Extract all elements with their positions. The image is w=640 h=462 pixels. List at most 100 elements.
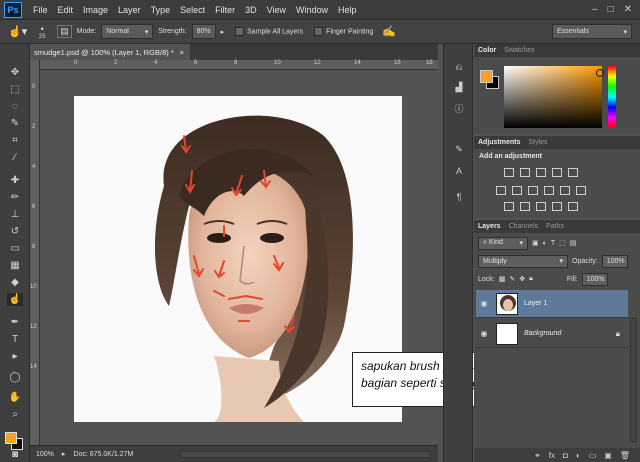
curves-icon[interactable] [536, 168, 546, 177]
zoom-level[interactable]: 100% [36, 451, 54, 458]
tab-adjustments[interactable]: Adjustments [478, 139, 520, 146]
history-panel-icon[interactable]: ⎌ [452, 62, 466, 74]
lock-position-icon[interactable]: ✥ [519, 275, 525, 283]
new-layer-icon[interactable]: ▣ [604, 451, 612, 460]
layers-scrollbar[interactable] [630, 318, 637, 442]
vibrance-icon[interactable] [568, 168, 578, 177]
eye-icon[interactable]: ◉ [476, 329, 492, 338]
channel-mixer-icon[interactable] [560, 186, 570, 195]
close-tab-button[interactable]: × [180, 48, 184, 57]
character-panel-icon[interactable]: A [452, 166, 466, 178]
history-brush-icon[interactable]: ↺ [7, 225, 23, 238]
minimize-button[interactable]: – [592, 4, 598, 15]
brush-panel-toggle-icon[interactable]: ▤ [57, 25, 72, 38]
brightness-contrast-icon[interactable] [504, 168, 514, 177]
menu-type[interactable]: Type [146, 5, 176, 15]
document-tab[interactable]: smudge1.psd @ 100% (Layer 1, RGB/8) * × [30, 44, 190, 60]
hand-tool-icon[interactable]: ✋ [7, 391, 23, 404]
eye-icon[interactable]: ◉ [476, 299, 492, 308]
type-filter-icon[interactable]: T [551, 240, 555, 247]
workspace-select[interactable]: Essentials ▾ [552, 24, 632, 39]
menu-help[interactable]: Help [333, 5, 362, 15]
paragraph-panel-icon[interactable]: ¶ [452, 192, 466, 204]
pressure-icon[interactable]: ✍ [382, 25, 396, 38]
clone-stamp-icon[interactable]: ⊥ [7, 208, 23, 221]
eraser-tool-icon[interactable]: ▭ [7, 242, 23, 255]
quick-mask-icon[interactable]: ◙ [7, 448, 23, 461]
posterize-icon[interactable] [520, 202, 530, 211]
horizontal-scrollbar[interactable] [180, 451, 430, 458]
levels-icon[interactable] [520, 168, 530, 177]
lock-all-icon[interactable]: 🔒︎ [529, 275, 533, 283]
pixel-filter-icon[interactable]: ▣ [532, 239, 539, 247]
hue-saturation-icon[interactable] [496, 186, 506, 195]
marquee-tool-icon[interactable]: ⬚ [7, 83, 23, 96]
layer-row-background[interactable]: ◉ Background 🔒︎ [476, 320, 628, 348]
lock-image-icon[interactable]: ✎ [509, 275, 515, 283]
tab-styles[interactable]: Styles [528, 139, 547, 146]
eyedropper-tool-icon[interactable]: ⁄ [7, 151, 23, 164]
color-picker-field[interactable] [504, 66, 604, 128]
tab-color[interactable]: Color [478, 47, 496, 54]
quick-select-tool-icon[interactable]: ✎ [7, 117, 23, 130]
panel-foreground-swatch[interactable] [480, 70, 493, 83]
mode-select[interactable]: Normal ▾ [101, 24, 154, 39]
smudge-tool-preset-icon[interactable]: ☝▾ [8, 25, 27, 38]
layer-style-icon[interactable]: fx [549, 451, 555, 460]
strength-dropdown-icon[interactable]: ▸ [221, 28, 225, 36]
photo-filter-icon[interactable] [544, 186, 554, 195]
crop-tool-icon[interactable]: ⌗ [7, 134, 23, 147]
add-mask-icon[interactable]: ◘ [563, 451, 568, 460]
gradient-tool-icon[interactable]: ▦ [7, 259, 23, 272]
tab-paths[interactable]: Paths [546, 223, 564, 230]
smudge-tool-icon[interactable]: ☝ [7, 293, 23, 306]
lasso-tool-icon[interactable]: ◌ [7, 100, 23, 113]
delete-layer-icon[interactable]: 🗑︎ [620, 451, 630, 460]
exposure-icon[interactable] [552, 168, 562, 177]
path-select-icon[interactable]: ▸ [7, 350, 23, 363]
link-layers-icon[interactable]: ⚭ [534, 451, 541, 460]
opacity-input[interactable]: 100% [601, 254, 628, 268]
close-window-button[interactable]: ✕ [624, 4, 632, 15]
menu-3d[interactable]: 3D [240, 5, 262, 15]
histogram-panel-icon[interactable]: ▟ [452, 82, 466, 94]
shape-filter-icon[interactable]: ⬚ [559, 239, 566, 247]
menu-view[interactable]: View [262, 5, 291, 15]
lock-transparent-icon[interactable]: ▦ [499, 275, 506, 283]
shape-tool-icon[interactable]: ◯ [7, 371, 23, 384]
brush-size-picker[interactable]: • 25 [32, 24, 52, 40]
finger-painting-checkbox[interactable]: Finger Painting [314, 27, 373, 36]
color-lookup-icon[interactable] [576, 186, 586, 195]
strength-input[interactable]: 80% [191, 24, 216, 39]
color-picker-cursor[interactable] [596, 69, 604, 77]
zoom-tool-icon[interactable]: ⌕ [7, 408, 23, 421]
blend-mode-select[interactable]: Multiply ▾ [478, 254, 568, 268]
menu-select[interactable]: Select [175, 5, 210, 15]
tab-layers[interactable]: Layers [478, 223, 501, 230]
type-tool-icon[interactable]: T [7, 333, 23, 346]
adjustment-filter-icon[interactable]: ◐ [543, 240, 547, 247]
menu-filter[interactable]: Filter [210, 5, 240, 15]
blur-tool-icon[interactable]: ◆ [7, 276, 23, 289]
color-balance-icon[interactable] [512, 186, 522, 195]
info-panel-icon[interactable]: ⓘ [452, 102, 466, 114]
invert-icon[interactable] [504, 202, 514, 211]
smart-object-filter-icon[interactable]: ▤ [570, 239, 577, 247]
menu-image[interactable]: Image [78, 5, 113, 15]
layer-row-layer-1[interactable]: ◉ Layer 1 [476, 290, 628, 318]
healing-brush-icon[interactable]: ✚ [7, 174, 23, 187]
fill-input[interactable]: 100% [581, 272, 608, 286]
gradient-map-icon[interactable] [552, 202, 562, 211]
maximize-button[interactable]: □ [608, 4, 614, 15]
brush-tool-icon[interactable]: ✏ [7, 191, 23, 204]
hue-slider[interactable] [608, 66, 616, 128]
tab-channels[interactable]: Channels [509, 223, 539, 230]
black-white-icon[interactable] [528, 186, 538, 195]
sample-all-layers-checkbox[interactable]: Sample All Layers [235, 27, 303, 36]
menu-window[interactable]: Window [291, 5, 333, 15]
move-tool-icon[interactable]: ✥ [7, 66, 23, 79]
selective-color-icon[interactable] [568, 202, 578, 211]
menu-edit[interactable]: Edit [53, 5, 79, 15]
brush-panel-icon[interactable]: ✎ [452, 144, 466, 156]
menu-layer[interactable]: Layer [113, 5, 146, 15]
